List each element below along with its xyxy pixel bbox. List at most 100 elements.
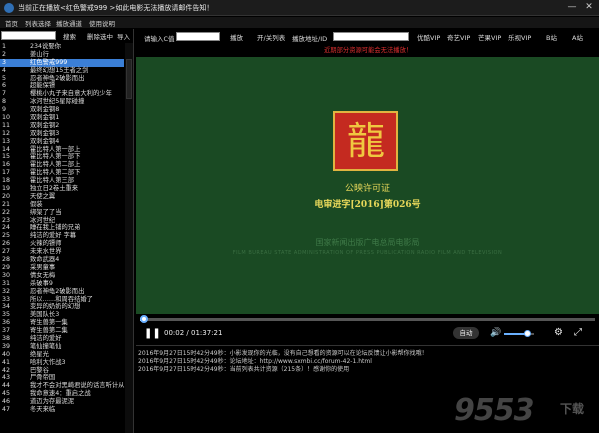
list-item[interactable]: 42 巴黎谷: [0, 367, 124, 375]
list-item[interactable]: 12 双刺金钢3: [0, 130, 124, 138]
list-item[interactable]: 27 未来水世界: [0, 248, 124, 256]
list-item[interactable]: 26 火辣的镖师: [0, 240, 124, 248]
list-item[interactable]: 36 寄生兽第一集: [0, 319, 124, 327]
list-item[interactable]: 28 致命武器4: [0, 256, 124, 264]
close-button[interactable]: ✕: [583, 2, 595, 13]
list-item-title: 纯洁的爱好: [30, 334, 62, 342]
search-input[interactable]: [1, 31, 56, 40]
list-item[interactable]: 8 冰河世纪5星际碰撞: [0, 98, 124, 106]
minimize-button[interactable]: —: [566, 2, 578, 13]
list-item[interactable]: 21 假装: [0, 201, 124, 209]
list-item-number: 40: [2, 350, 11, 358]
menu-home[interactable]: 首页: [5, 18, 18, 28]
list-item-title: 未来水世界: [30, 248, 62, 256]
list-item[interactable]: 25 纯洁的爱好 字幕: [0, 232, 124, 240]
list-item-title: 倩女无梅: [30, 271, 56, 279]
delete-selected-button[interactable]: 删除选中: [87, 31, 113, 41]
play-button-top[interactable]: 播放: [230, 32, 243, 42]
volume-knob[interactable]: [523, 330, 531, 337]
gear-icon[interactable]: ⚙: [554, 327, 563, 338]
list-item-title: 双刺金钢2: [30, 121, 60, 129]
fullscreen-icon[interactable]: ⤢: [574, 327, 582, 338]
list-item[interactable]: 11 双刺金钢2: [0, 122, 124, 130]
list-item[interactable]: 47 冬天来临: [0, 406, 124, 414]
list-item[interactable]: 18 霍比特人第三部: [0, 177, 124, 185]
list-item[interactable]: 13 双刺金钢4: [0, 138, 124, 146]
player-toolbar: 请输入C值 播放 开/关列表 播放地址/ID 优酷VIP 奇艺VIP 芒果VIP…: [136, 29, 599, 57]
channel-iqiyi-button[interactable]: 奇艺VIP: [447, 32, 470, 42]
list-item[interactable]: 39 笔仙撞笔仙: [0, 343, 124, 351]
list-item[interactable]: 22 绑架了了当: [0, 209, 124, 217]
list-item[interactable]: 46 道迈为存最泥泥: [0, 398, 124, 406]
list-item-title: 笔仙撞笔仙: [30, 342, 62, 350]
progress-bar[interactable]: [140, 315, 595, 323]
import-button[interactable]: 导入: [117, 31, 130, 41]
list-item[interactable]: 9 双刺金钢8: [0, 106, 124, 114]
list-item-number: 5: [2, 74, 7, 82]
playlist-scrollbar[interactable]: [125, 43, 133, 433]
list-item-number: 42: [2, 366, 11, 374]
list-item[interactable]: 1 234说娶你: [0, 43, 124, 51]
list-item[interactable]: 44 我才不会对黑崎君说的话言听计从: [0, 382, 124, 390]
list-item[interactable]: 4 最终幻想15王者之剑: [0, 67, 124, 75]
volume-slider[interactable]: [504, 330, 534, 337]
title-bar: 当前正在播放<红色警戒999 >如此电影无法播放请邮件告知！ — ✕: [0, 0, 599, 16]
channel-youku-button[interactable]: 优酷VIP: [417, 32, 440, 42]
list-item[interactable]: 2 姜山行: [0, 51, 124, 59]
menu-instructions[interactable]: 使用说明: [89, 18, 115, 28]
list-item[interactable]: 3 红色警戒999: [0, 58, 124, 67]
list-item-number: 3: [2, 58, 7, 66]
list-item[interactable]: 17 霍比特人第二部下: [0, 169, 124, 177]
list-item-title: 致命武器4: [30, 256, 60, 264]
c-value-input[interactable]: [176, 32, 220, 41]
volume-icon[interactable]: 🔊: [490, 328, 501, 338]
search-button[interactable]: 搜索: [63, 31, 76, 41]
list-item[interactable]: 20 天使之翼: [0, 193, 124, 201]
list-item[interactable]: 38 纯洁的爱好: [0, 335, 124, 343]
list-item[interactable]: 37 寄生兽第二集: [0, 327, 124, 335]
progress-knob[interactable]: [140, 315, 148, 323]
list-item-title: 采男童事: [30, 263, 56, 271]
list-item-number: 46: [2, 398, 11, 406]
address-input[interactable]: [333, 32, 409, 41]
pause-icon[interactable]: ❚❚: [144, 329, 161, 339]
video-area[interactable]: 龍 公映许可证 电审进字[2016]第026号 国家新闻出版广电总局电影局 FI…: [136, 57, 599, 327]
scrollbar-thumb[interactable]: [126, 59, 132, 99]
list-item-number: 36: [2, 319, 11, 327]
list-item-title: 假装: [30, 200, 43, 208]
toggle-list-button[interactable]: 开/关列表: [257, 32, 285, 42]
list-item-number: 45: [2, 390, 11, 398]
channel-bilibili-button[interactable]: B站: [546, 32, 557, 42]
list-item[interactable]: 40 绝星光: [0, 351, 124, 359]
list-item-title: 冬天来临: [30, 405, 56, 413]
list-item[interactable]: 41 哈利大作战3: [0, 359, 124, 367]
list-item-number: 17: [2, 169, 11, 177]
list-item-number: 18: [2, 177, 11, 185]
list-item[interactable]: 32 忍者神龟2破影而出: [0, 288, 124, 296]
watermark: 9553: [454, 393, 534, 428]
list-item[interactable]: 45 我命意速4：重启之战: [0, 390, 124, 398]
list-item-title: 哈利大作战3: [30, 358, 66, 366]
quality-auto-button[interactable]: 自动: [453, 327, 479, 339]
channel-mango-button[interactable]: 芒果VIP: [478, 32, 501, 42]
list-item-number: 37: [2, 327, 11, 335]
input-label: 请输入C值: [144, 35, 175, 43]
list-item[interactable]: 30 倩女无梅: [0, 272, 124, 280]
list-item-number: 22: [2, 208, 11, 216]
menu-list-select[interactable]: 列表选择: [25, 18, 51, 28]
list-item-title: 美国队长3: [30, 311, 60, 319]
channel-acfun-button[interactable]: A站: [572, 32, 583, 42]
list-item-title: 姜山行: [30, 50, 49, 58]
list-item-title: 天使之翼: [30, 192, 56, 200]
list-item-number: 47: [2, 405, 11, 413]
menu-play-channel[interactable]: 播放通道: [56, 18, 82, 28]
channel-letv-button[interactable]: 乐视VIP: [508, 32, 531, 42]
list-item[interactable]: 35 美国队长3: [0, 311, 124, 319]
list-item[interactable]: 29 采男童事: [0, 264, 124, 272]
list-item[interactable]: 19 独立日2卷土重来: [0, 185, 124, 193]
list-item[interactable]: 5 忍者神龟2破影而出: [0, 75, 124, 83]
list-item[interactable]: 34 变异的奶奶的幻想: [0, 303, 124, 311]
list-item-number: 7: [2, 90, 7, 98]
list-item[interactable]: 10 双刺金钢1: [0, 114, 124, 122]
list-item[interactable]: 31 杀破事9: [0, 280, 124, 288]
